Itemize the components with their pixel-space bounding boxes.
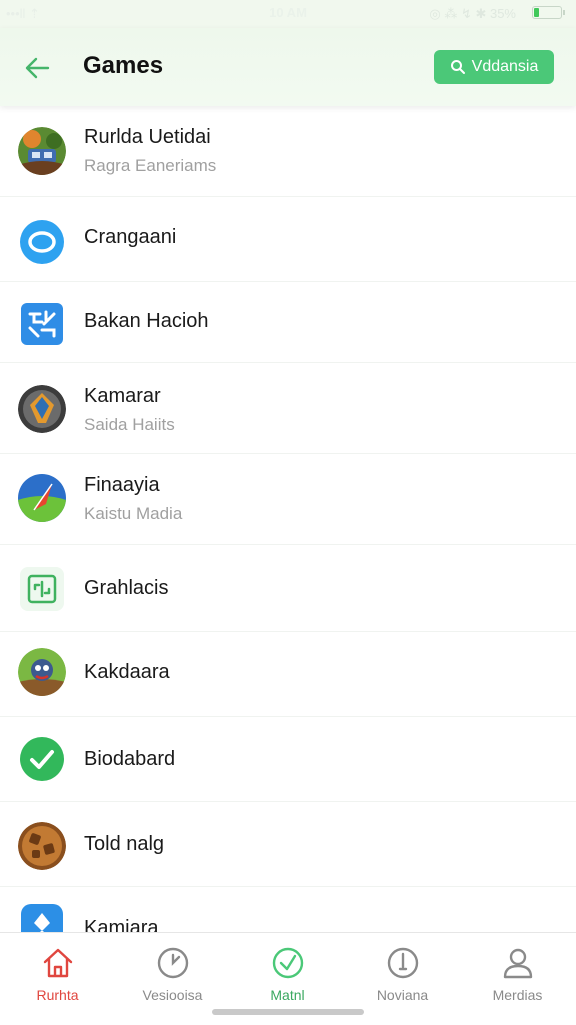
tab-label: Noviana bbox=[376, 987, 429, 1003]
warrior-shield-icon bbox=[18, 385, 66, 433]
ring-icon bbox=[18, 218, 66, 266]
cookie-icon bbox=[18, 822, 66, 870]
timer-icon bbox=[387, 947, 419, 979]
clock-icon bbox=[157, 947, 189, 979]
home-indicator[interactable] bbox=[212, 1009, 364, 1015]
game-row[interactable]: Finaayia Kaistu Madia bbox=[0, 454, 576, 545]
tab-history[interactable]: Vesiooisa bbox=[115, 933, 230, 1013]
tab-label: Merdias bbox=[492, 987, 543, 1003]
field-arrow-icon bbox=[18, 474, 66, 522]
tab-timer[interactable]: Noviana bbox=[345, 933, 460, 1013]
game-row[interactable]: Bakan Hacioh bbox=[0, 282, 576, 363]
game-subtitle: Ragra Eaneriams bbox=[84, 156, 217, 175]
game-title: Kamarar bbox=[84, 385, 161, 407]
back-button[interactable] bbox=[18, 48, 58, 88]
game-title: Kakdaara bbox=[84, 661, 170, 683]
game-title: Grahlacis bbox=[84, 577, 169, 599]
game-subtitle: Kaistu Madia bbox=[84, 504, 183, 523]
home-icon bbox=[43, 948, 73, 978]
game-title: Bakan Hacioh bbox=[84, 310, 209, 332]
person-icon bbox=[503, 948, 533, 979]
tab-label: Rurhta bbox=[36, 987, 79, 1003]
games-list: Rurlda Uetidai Ragra Eaneriams Crangaani… bbox=[0, 106, 576, 957]
game-row[interactable]: Crangaani bbox=[0, 197, 576, 282]
status-icons: ◎ ⁂ ↯ ✱ 35% bbox=[429, 6, 516, 21]
back-arrow-icon bbox=[25, 57, 50, 79]
game-row[interactable]: Kakdaara bbox=[0, 632, 576, 717]
app-header: Games Vddansia bbox=[0, 28, 576, 106]
tab-home[interactable]: Rurhta bbox=[0, 933, 115, 1013]
tab-profile[interactable]: Merdias bbox=[460, 933, 575, 1013]
search-button[interactable]: Vddansia bbox=[434, 50, 554, 84]
status-bar: •••ll ⇡ 10 AM ◎ ⁂ ↯ ✱ 35% bbox=[0, 0, 576, 28]
jungle-game-icon bbox=[18, 127, 66, 175]
tile-puzzle-icon bbox=[18, 300, 66, 348]
tab-label: Vesiooisa bbox=[142, 987, 203, 1003]
game-subtitle: Saida Haiits bbox=[84, 415, 175, 434]
search-icon bbox=[450, 60, 465, 74]
tab-main[interactable]: Matnl bbox=[230, 933, 345, 1013]
game-row[interactable]: Grahlacis bbox=[0, 545, 576, 632]
search-button-label: Vddansia bbox=[471, 58, 539, 75]
game-title: Crangaani bbox=[84, 226, 177, 248]
game-row[interactable]: Told nalg bbox=[0, 802, 576, 887]
check-circle-icon bbox=[272, 947, 304, 979]
page-title: Games bbox=[83, 52, 164, 79]
battery-icon bbox=[532, 6, 565, 19]
game-title: Told nalg bbox=[84, 833, 165, 855]
battery-level bbox=[534, 8, 540, 17]
game-title: Rurlda Uetidai bbox=[84, 126, 211, 148]
game-title: Finaayia bbox=[84, 474, 160, 496]
game-row[interactable]: Biodabard bbox=[0, 717, 576, 802]
creature-icon bbox=[18, 648, 66, 696]
tab-label: Matnl bbox=[270, 987, 305, 1003]
check-icon bbox=[18, 735, 66, 783]
grid-board-icon bbox=[18, 565, 66, 613]
game-title: Biodabard bbox=[84, 748, 176, 770]
game-row[interactable]: Rurlda Uetidai Ragra Eaneriams bbox=[0, 106, 576, 197]
game-row[interactable]: Kamarar Saida Haiits bbox=[0, 363, 576, 454]
